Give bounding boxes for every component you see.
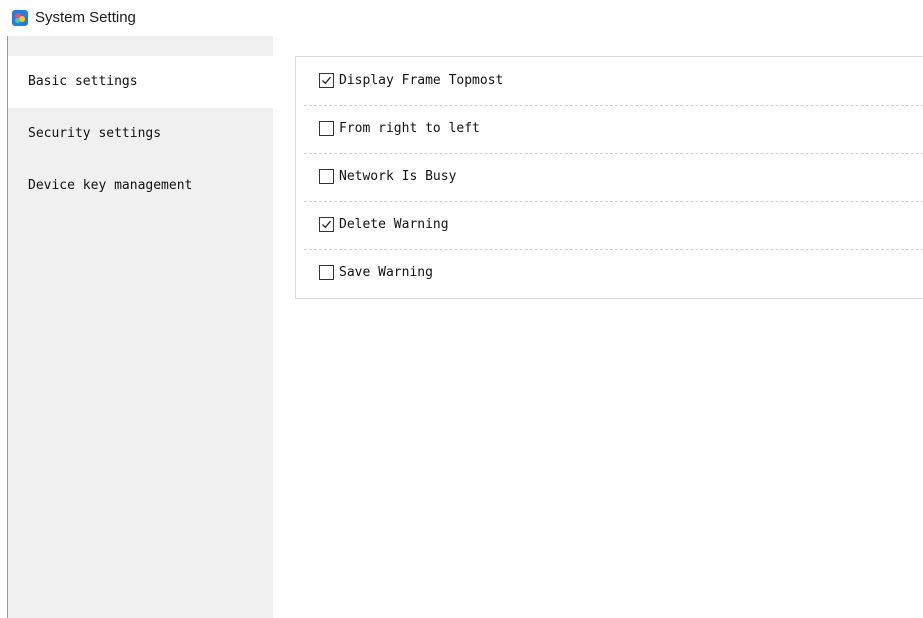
settings-sidebar: Basic settings Security settings Device … (8, 36, 273, 618)
delete-warning-checkbox[interactable] (319, 217, 334, 232)
sidebar-item-label: Device key management (28, 178, 193, 193)
check-icon (322, 76, 331, 85)
option-row-network-is-busy: Network Is Busy (304, 154, 923, 202)
basic-settings-panel: Display Frame Topmost From right to left… (295, 56, 923, 299)
option-row-save-warning: Save Warning (304, 250, 923, 298)
from-right-to-left-checkbox[interactable] (319, 121, 334, 136)
check-icon (322, 220, 331, 229)
sidebar-item-label: Basic settings (28, 74, 138, 89)
sidebar-item-device-key-management[interactable]: Device key management (8, 160, 273, 212)
option-row-display-frame-topmost: Display Frame Topmost (304, 58, 923, 106)
option-row-from-right-to-left: From right to left (304, 106, 923, 154)
sidebar-item-label: Security settings (28, 126, 162, 141)
option-label: Display Frame Topmost (339, 73, 504, 88)
title-bar: System Setting (0, 0, 923, 36)
network-is-busy-checkbox[interactable] (319, 169, 334, 184)
save-warning-checkbox[interactable] (319, 265, 334, 280)
option-label: From right to left (339, 121, 480, 136)
display-frame-topmost-checkbox[interactable] (319, 73, 334, 88)
sidebar-item-basic-settings[interactable]: Basic settings (8, 56, 273, 108)
option-label: Save Warning (339, 265, 433, 280)
option-row-delete-warning: Delete Warning (304, 202, 923, 250)
option-label: Delete Warning (339, 217, 449, 232)
app-logo-icon (12, 10, 28, 26)
window-title: System Setting (35, 9, 136, 26)
option-label: Network Is Busy (339, 169, 457, 184)
sidebar-item-security-settings[interactable]: Security settings (8, 108, 273, 160)
